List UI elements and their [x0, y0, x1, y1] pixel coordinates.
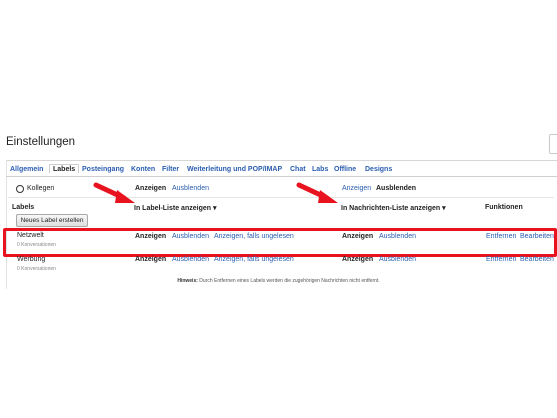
label-count: 0 Konversationen	[17, 266, 56, 272]
system-msg-show-link[interactable]: Anzeigen	[342, 185, 371, 192]
tab-designs[interactable]: Designs	[365, 166, 392, 173]
column-header-message-list[interactable]: In Nachrichten-Liste anzeigen ▾	[341, 204, 446, 212]
system-label-name: Kollegen	[27, 185, 55, 192]
edit-label-link[interactable]: Bearbeiten	[520, 256, 554, 263]
label-name[interactable]: Werbung	[17, 256, 45, 263]
new-label-button[interactable]: Neues Label erstellen	[16, 214, 88, 227]
note-prefix: Hinweis:	[177, 278, 198, 284]
tab-allgemein[interactable]: Allgemein	[10, 166, 43, 173]
red-arrow-icon	[296, 182, 338, 203]
footer-note: Hinweis: Durch Entfernen eines Labels we…	[0, 278, 557, 284]
tab-weiterleitung[interactable]: Weiterleitung und POP/IMAP	[187, 166, 282, 173]
highlight-box	[3, 228, 557, 257]
label-msg-hide-link[interactable]: Ausblenden	[379, 256, 416, 263]
system-list-show: Anzeigen	[135, 185, 167, 192]
label-list-show: Anzeigen	[135, 256, 167, 263]
tabs-divider	[6, 176, 557, 177]
red-arrow-icon	[93, 182, 135, 203]
tab-labs[interactable]: Labs	[312, 166, 328, 173]
column-header-labels: Labels	[12, 204, 35, 211]
tab-offline[interactable]: Offline	[334, 166, 356, 173]
settings-panel	[6, 160, 557, 289]
label-msg-show: Anzeigen	[342, 256, 374, 263]
tab-konten[interactable]: Konten	[131, 166, 155, 173]
column-header-functions: Funktionen	[485, 204, 523, 211]
tab-chat[interactable]: Chat	[290, 166, 306, 173]
radio-icon[interactable]	[16, 185, 24, 193]
tab-posteingang[interactable]: Posteingang	[82, 166, 124, 173]
label-list-show-unread-link[interactable]: Anzeigen, falls ungelesen	[214, 256, 294, 263]
label-list-hide-link[interactable]: Ausblenden	[172, 256, 209, 263]
tab-labels[interactable]: Labels	[49, 164, 80, 173]
remove-label-link[interactable]: Entfernen	[486, 256, 516, 263]
column-header-label-list[interactable]: In Label-Liste anzeigen ▾	[134, 204, 216, 212]
note-text: Durch Entfernen eines Labels werden die …	[199, 278, 380, 284]
search-box-edge[interactable]	[549, 134, 557, 154]
system-msg-hide: Ausblenden	[376, 185, 417, 192]
tab-filter[interactable]: Filter	[162, 166, 179, 173]
system-list-hide-link[interactable]: Ausblenden	[172, 185, 209, 192]
window-title: Einstellungen	[6, 136, 76, 148]
row-divider	[8, 197, 554, 198]
